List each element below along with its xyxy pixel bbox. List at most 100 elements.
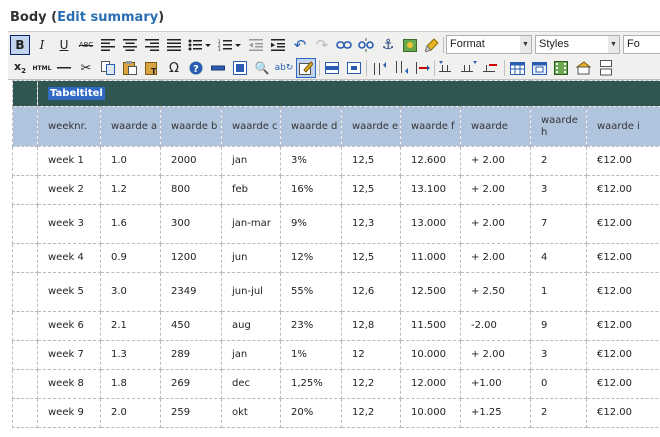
table-cell[interactable]: 269 [161,370,222,399]
paste-text-icon[interactable]: T [142,58,162,78]
table-cell[interactable]: 0.9 [101,244,161,273]
table-cell[interactable]: 23% [281,312,342,341]
align-center-icon[interactable] [120,35,140,55]
strikethrough-icon[interactable]: ABC [76,35,96,55]
table-cell[interactable]: + 2.00 [461,205,531,244]
table-cell[interactable]: dec [222,370,281,399]
table-cell[interactable]: 13.000 [401,205,461,244]
row-spacer-cell[interactable] [13,312,38,341]
subscript-icon[interactable]: x2 [10,58,30,78]
table-cell[interactable]: 259 [161,399,222,428]
table-cell[interactable]: week 5 [38,273,101,312]
table-cell[interactable]: jan [222,147,281,176]
table-cell[interactable]: 1,25% [281,370,342,399]
table-cell[interactable]: 1.8 [101,370,161,399]
template-icon[interactable] [573,58,593,78]
table-cell[interactable]: week 2 [38,176,101,205]
table-cell[interactable]: + 2.00 [461,244,531,273]
table-cell[interactable]: 12,2 [342,370,401,399]
table-cell[interactable]: jan [222,341,281,370]
table-cell[interactable]: 1.0 [101,147,161,176]
table-row[interactable]: week 31.6300jan-mar9%12,313.000+ 2.007€1… [13,205,660,244]
table-cell[interactable]: 11.500 [401,312,461,341]
row-spacer-cell[interactable] [13,370,38,399]
column-header[interactable]: waarde d [281,107,342,147]
table-cell[interactable]: week 1 [38,147,101,176]
table-cell[interactable]: 13.100 [401,176,461,205]
table-cell[interactable]: 12,2 [342,399,401,428]
table-cell[interactable]: 2 [531,399,587,428]
help-icon[interactable]: ? [186,58,206,78]
table-cell[interactable]: €12.00 [587,147,660,176]
row-before-icon[interactable] [368,58,388,78]
row-spacer-cell[interactable] [13,399,38,428]
table-cell[interactable]: jun [222,244,281,273]
table-cell[interactable]: jun-jul [222,273,281,312]
table-cell[interactable]: feb [222,176,281,205]
data-table[interactable]: Tabeltitel weeknr.waarde awaarde bwaarde… [12,80,660,428]
find-icon[interactable]: 🔍 [252,58,272,78]
table-cell[interactable]: week 7 [38,341,101,370]
anchor-icon[interactable]: ⚓ [378,35,398,55]
font-select[interactable]: Fo [623,35,660,54]
table-cell[interactable]: 12.500 [401,273,461,312]
redo-icon[interactable]: ↷ [312,35,332,55]
bold-icon[interactable]: B [10,35,30,55]
table-row[interactable]: week 53.02349jun-jul55%12,612.500+ 2.501… [13,273,660,312]
align-justify-icon[interactable] [164,35,184,55]
table-cell[interactable]: week 9 [38,399,101,428]
row-spacer-cell[interactable] [13,341,38,370]
link-icon[interactable] [334,35,354,55]
unlink-icon[interactable] [356,35,376,55]
column-header[interactable]: waarde i [587,107,660,147]
table-row[interactable]: week 11.02000jan3%12,512.600+ 2.002€12.0… [13,147,660,176]
table-cell[interactable]: 1 [531,273,587,312]
table-cell-props-icon[interactable] [344,58,364,78]
table-cell[interactable]: 7 [531,205,587,244]
edit-css-icon[interactable] [296,58,316,78]
table-cell[interactable]: 16% [281,176,342,205]
table-cell[interactable]: 3.0 [101,273,161,312]
table-cell[interactable]: 12,3 [342,205,401,244]
table-cell[interactable]: 12% [281,244,342,273]
table-cell[interactable]: 12,5 [342,244,401,273]
table-cell[interactable]: 2.0 [101,399,161,428]
table-cell[interactable]: 1.6 [101,205,161,244]
table-cell[interactable]: 12,5 [342,147,401,176]
table-cell[interactable]: 9 [531,312,587,341]
table-cell[interactable]: 55% [281,273,342,312]
table-cell[interactable]: + 2.00 [461,176,531,205]
table-cell[interactable]: €12.00 [587,273,660,312]
table-cell[interactable]: €12.00 [587,399,660,428]
column-header[interactable]: waarde b [161,107,222,147]
align-left-icon[interactable] [98,35,118,55]
table-cell[interactable]: 10.000 [401,341,461,370]
outdent-icon[interactable] [246,35,266,55]
copy-icon[interactable] [98,58,118,78]
column-header[interactable]: waarde c [222,107,281,147]
table-cell[interactable]: 2349 [161,273,222,312]
table-row-props-icon[interactable] [322,58,342,78]
table-cell[interactable]: 11.000 [401,244,461,273]
table-cell[interactable]: 3 [531,176,587,205]
col-before-icon[interactable] [437,58,457,78]
table-cell[interactable]: €12.00 [587,244,660,273]
italic-icon[interactable]: I [32,35,52,55]
table-cell[interactable]: week 6 [38,312,101,341]
table-cell[interactable]: €12.00 [587,205,660,244]
image-icon[interactable] [400,35,420,55]
table-cell[interactable]: +1.00 [461,370,531,399]
column-header[interactable]: waarde e [342,107,401,147]
editor-content-area[interactable]: Tabeltitel weeknr.waarde awaarde bwaarde… [8,79,660,437]
table-cell[interactable]: +1.25 [461,399,531,428]
table-cell[interactable]: week 4 [38,244,101,273]
format-select[interactable]: Format▼ [446,35,532,54]
row-spacer-cell[interactable] [13,205,38,244]
insert-layer-icon[interactable] [208,58,228,78]
underline-icon[interactable]: U [54,35,74,55]
row-spacer-cell[interactable] [13,147,38,176]
column-header[interactable]: waarde [461,107,531,147]
table-cell[interactable]: €12.00 [587,176,660,205]
col-after-icon[interactable] [459,58,479,78]
table-row[interactable]: week 40.91200jun12%12,511.000+ 2.004€12.… [13,244,660,273]
